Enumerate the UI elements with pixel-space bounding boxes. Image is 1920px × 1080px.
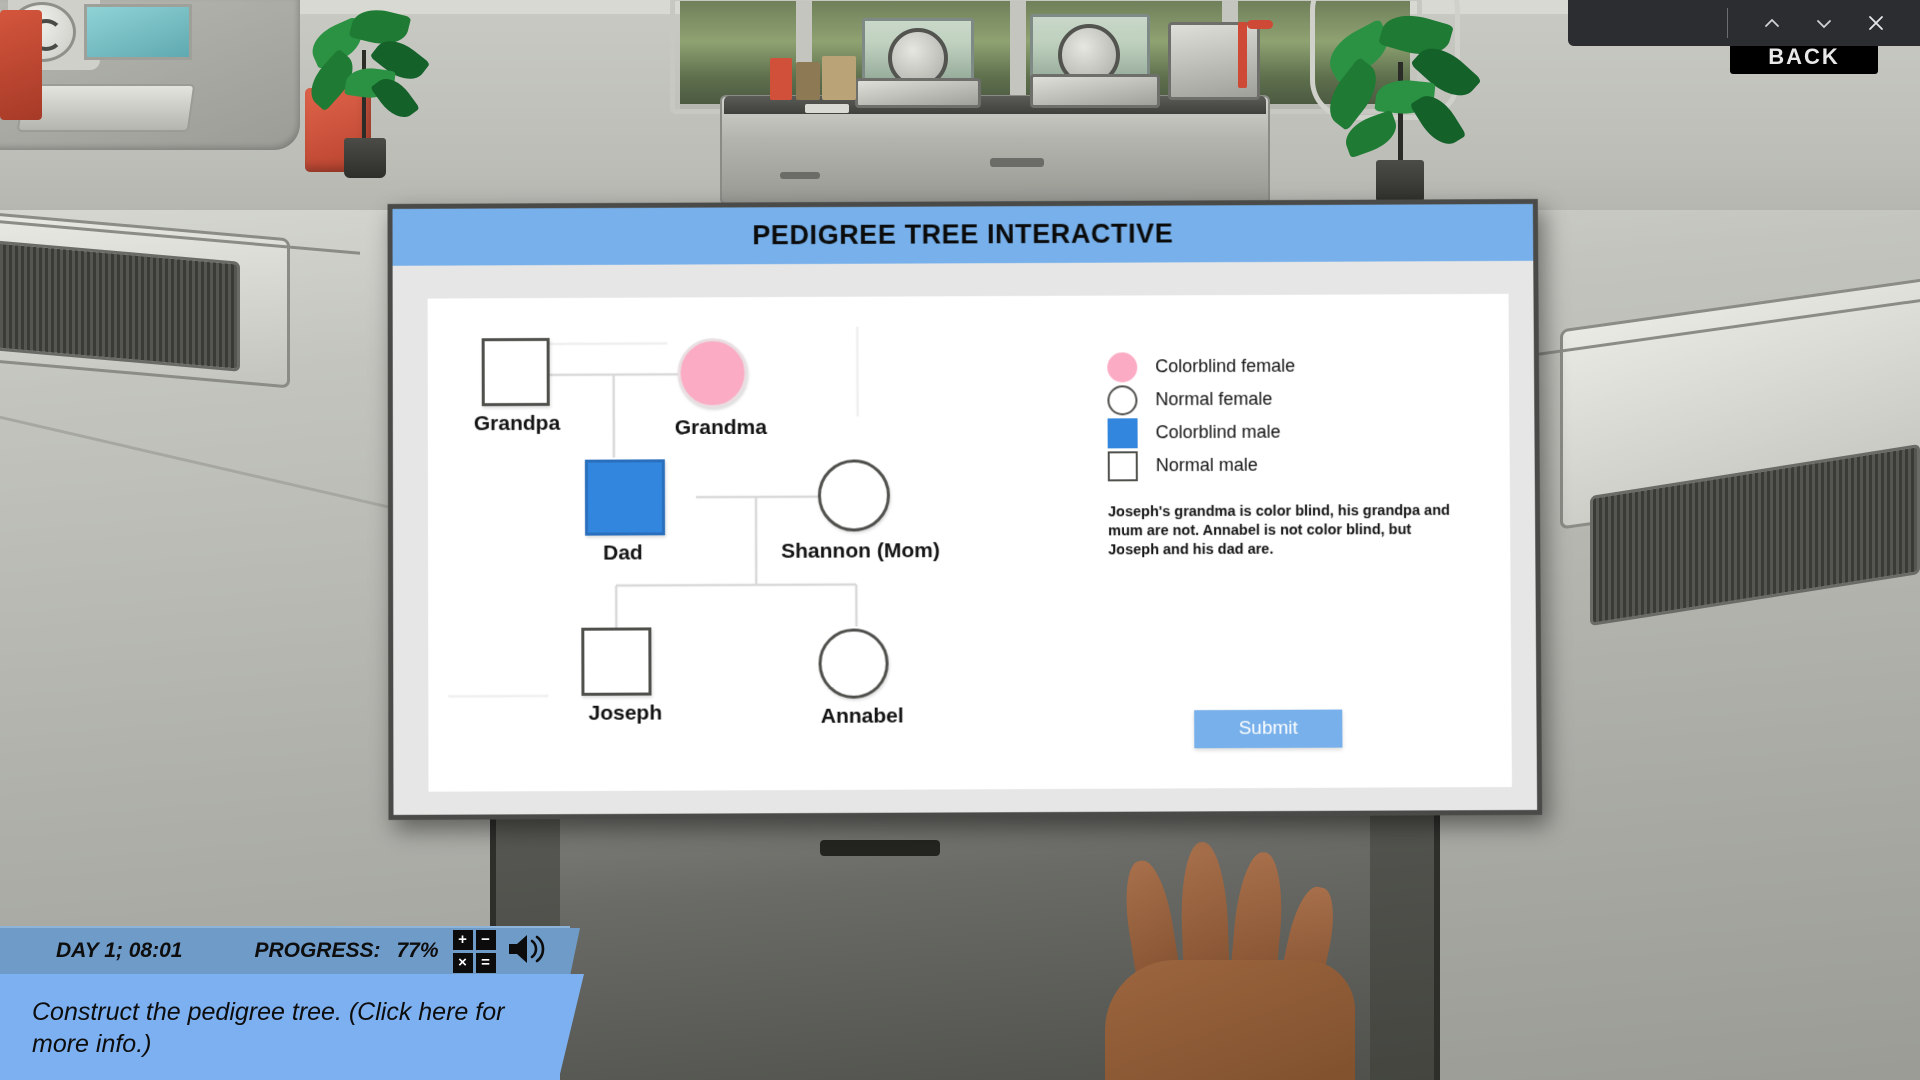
legend: Colorblind female Normal female Colorbli… [1107,349,1508,483]
square-outline-icon [1107,450,1138,481]
controls-divider [1727,8,1728,38]
close-icon[interactable] [1850,0,1902,46]
cardboard-box [796,62,820,100]
task-instruction-panel[interactable]: Construct the pedigree tree. (Click here… [0,974,584,1080]
circle-outline-icon [1107,384,1138,415]
dialog-header: PEDIGREE TREE INTERACTIVE [392,203,1534,266]
circle-outline-icon[interactable] [818,628,889,699]
desk-vent-left [0,238,240,372]
calculator-key-plus: + [452,929,473,950]
progress-value: 77% [396,939,439,962]
submit-button[interactable]: Submit [1194,709,1343,749]
game-hud: DAY 1; 08:01 PROGRESS: 77% + − × = Const… [0,926,584,1080]
plant-left [300,3,440,178]
calculator-key-minus: − [475,929,496,950]
instrument-base [855,78,981,108]
circle-filled-pink-icon [1107,351,1138,382]
dialog-body: Grandpa Grandma Dad Shannon (Mom) Joseph [427,293,1512,792]
pedigree-node-label: Grandpa [473,411,561,436]
instrument-base [1030,74,1160,108]
puzzle-description: Joseph's grandma is color blind, his gra… [1107,502,1450,559]
legend-label: Normal male [1155,454,1258,476]
legend-label: Normal female [1155,388,1273,410]
chevron-up-icon[interactable] [1746,0,1798,46]
bench-slot [780,172,820,179]
hud-icon-group: + − × = [452,929,546,973]
calculator-key-equals: = [475,952,496,973]
legend-item: Colorblind male [1107,415,1508,450]
plant-right [1318,7,1490,204]
square-filled-blue-icon [1107,417,1138,448]
pedigree-node-label: Grandma [674,415,767,440]
bench-slot [990,158,1044,167]
hud-status-bar: DAY 1; 08:01 PROGRESS: 77% + − × = [0,926,580,976]
pedigree-tree: Grandpa Grandma Dad Shannon (Mom) Joseph [428,296,1070,792]
chevron-down-icon[interactable] [1798,0,1850,46]
legend-item: Normal female [1107,382,1507,417]
window-controls-bar [1568,0,1920,46]
back-tab-label: BACK [1768,44,1840,69]
pedigree-node-label: Shannon (Mom) [781,539,940,563]
day-time-display: DAY 1; 08:01 [56,939,183,962]
pedigree-node-label: Dad [603,541,643,565]
legend-item: Colorblind female [1107,349,1507,384]
page-title: PEDIGREE TREE INTERACTIVE [752,218,1174,251]
pedigree-node-label: Joseph [588,701,663,725]
pedigree-node-label: Annabel [820,704,904,728]
tray [805,104,849,113]
red-tube [1247,20,1273,29]
legend-label: Colorblind female [1155,355,1296,377]
red-container [770,58,792,100]
circle-filled-pink-icon[interactable] [677,338,748,409]
left-keyboard [16,84,196,132]
pedigree-dialog: PEDIGREE TREE INTERACTIVE Grandpa Grandm… [387,198,1543,820]
legend-label: Colorblind male [1155,421,1281,443]
teal-display-screen [84,4,192,60]
legend-item: Normal male [1107,448,1508,483]
calculator-icon[interactable]: + − × = [452,929,496,973]
red-pillar [0,10,42,120]
trackpad[interactable] [820,840,940,856]
speaker-icon[interactable] [506,932,546,971]
square-outline-icon[interactable] [481,337,550,407]
cardboard-box [822,56,856,100]
progress-label: PROGRESS: [254,939,381,962]
task-instruction-text: Construct the pedigree tree. (Click here… [32,998,505,1058]
player-palm [1105,960,1355,1080]
square-outline-icon[interactable] [581,627,652,696]
circle-outline-icon[interactable] [817,459,891,532]
calculator-key-times: × [452,952,473,973]
red-tube [1238,22,1247,88]
square-filled-blue-icon[interactable] [584,459,666,536]
